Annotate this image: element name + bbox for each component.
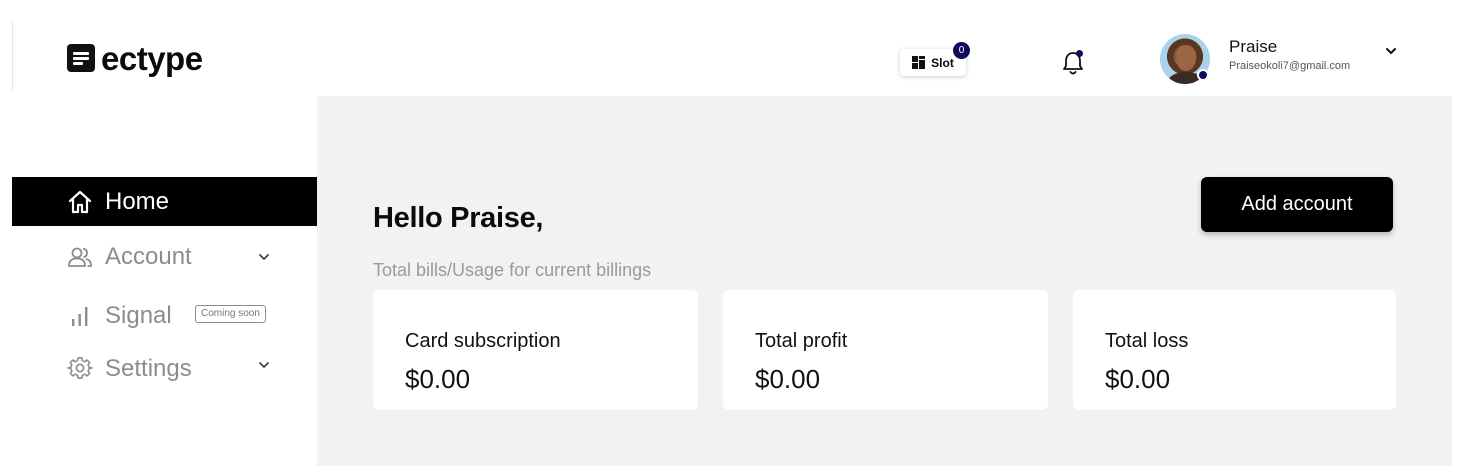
gear-icon — [67, 356, 93, 382]
card-value: $0.00 — [1105, 364, 1171, 394]
divider — [12, 22, 13, 90]
header-edge — [1135, 90, 1452, 96]
sidebar-item-label: Signal — [105, 301, 172, 329]
user-menu[interactable]: Praise Praiseokoli7@gmail.com — [1160, 34, 1400, 86]
card-value: $0.00 — [755, 364, 821, 394]
coming-soon-badge: Coming soon — [195, 305, 266, 323]
notifications-button[interactable] — [1060, 49, 1086, 77]
sidebar-item-account[interactable]: Account — [12, 232, 317, 281]
sidebar-item-label: Settings — [105, 354, 192, 382]
add-account-button[interactable]: Add account — [1201, 177, 1393, 232]
page-subtitle: Total bills/Usage for current billings — [373, 260, 652, 280]
app: ectype Slot 0 Praise Praiseokoli7@gmail.… — [0, 0, 1464, 466]
card-title: Total loss — [1105, 330, 1189, 352]
user-email: Praiseokoli7@gmail.com — [1229, 60, 1351, 72]
main-content: Hello Praise, Total bills/Usage for curr… — [317, 96, 1452, 466]
sidebar-item-label: Home — [105, 187, 170, 215]
logo-mark-icon — [67, 44, 95, 72]
chevron-down-icon — [259, 253, 269, 260]
user-name: Praise — [1229, 37, 1278, 56]
online-status-dot — [1197, 69, 1209, 81]
slot-count-badge: 0 — [953, 42, 970, 59]
slot-label: Slot — [931, 55, 954, 70]
page-title: Hello Praise, — [373, 202, 544, 234]
slot-button[interactable]: Slot 0 — [900, 42, 970, 76]
sidebar-item-signal[interactable]: Signal Coming soon — [12, 291, 317, 340]
chevron-down-icon[interactable] — [1384, 44, 1398, 58]
sidebar-item-settings[interactable]: Settings — [12, 344, 317, 393]
brand-name: ectype — [101, 39, 203, 77]
chevron-down-icon — [259, 362, 269, 368]
users-icon — [67, 244, 93, 270]
sidebar-item-home[interactable]: Home — [12, 177, 317, 226]
total-loss-card: Total loss $0.00 — [1073, 290, 1396, 410]
home-icon — [67, 189, 93, 215]
card-title: Total profit — [755, 330, 848, 352]
grid-icon — [912, 56, 926, 69]
signal-icon — [67, 303, 93, 329]
logo[interactable]: ectype — [67, 40, 203, 76]
card-title: Card subscription — [405, 330, 561, 352]
total-profit-card: Total profit $0.00 — [723, 290, 1048, 410]
card-subscription-card: Card subscription $0.00 — [373, 290, 698, 410]
card-value: $0.00 — [405, 364, 471, 394]
notification-dot — [1076, 50, 1083, 57]
sidebar-item-label: Account — [105, 242, 192, 270]
